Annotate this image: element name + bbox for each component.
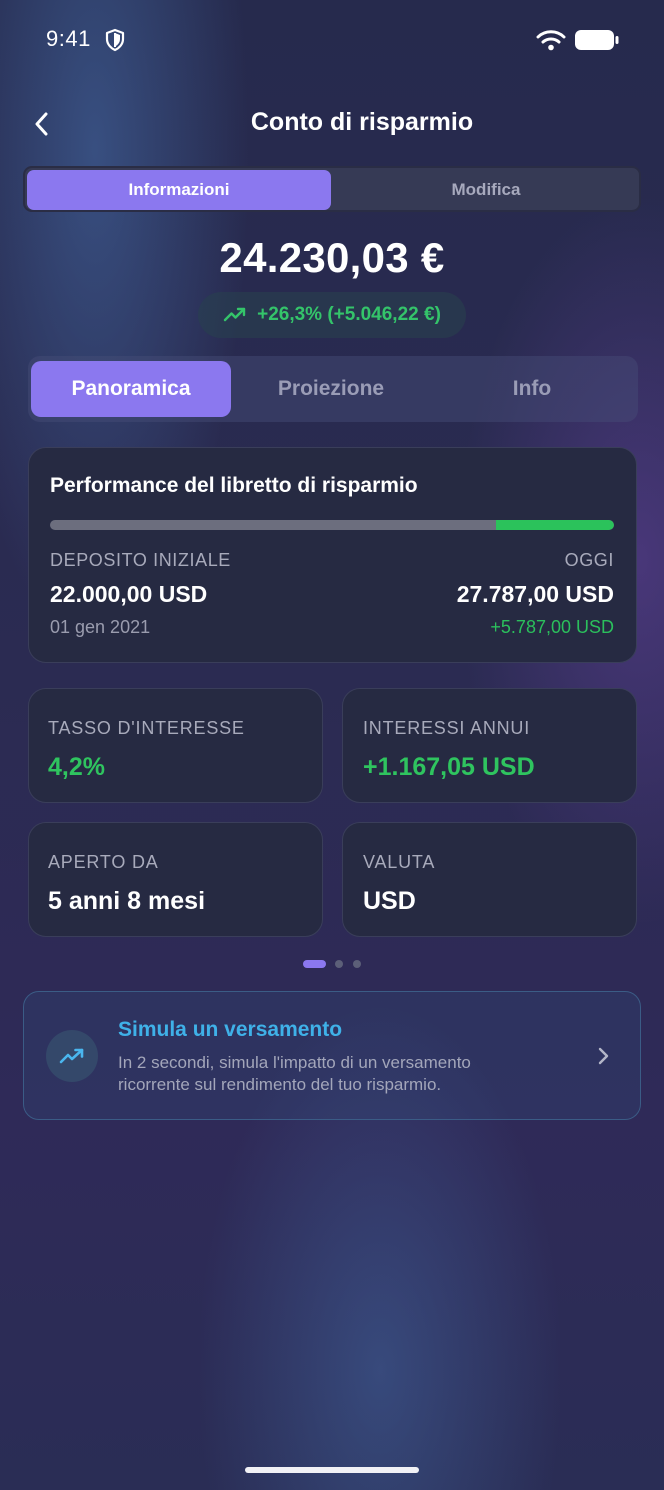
stat-value: USD [363,887,416,915]
stat-label: VALUTA [363,852,436,872]
chevron-right-icon [598,1047,609,1065]
stat-label: INTERESSI ANNUI [363,718,531,738]
segment-modifica[interactable]: Modifica [333,170,639,210]
home-indicator[interactable] [245,1467,419,1473]
segment-informazioni[interactable]: Informazioni [27,170,331,210]
segmented-control: Informazioni Modifica [23,166,641,212]
tab-info[interactable]: Info [432,361,632,417]
pager-dot[interactable] [353,960,361,968]
balance-amount: 24.230,03 € [219,234,445,281]
today-change: +5.787,00 USD [490,617,614,637]
wifi-icon [536,30,566,51]
performance-title: Performance del libretto di risparmio [50,474,418,497]
trending-up-icon [59,1048,84,1064]
performance-progress-bar [50,520,614,530]
stat-value: 4,2% [48,753,105,781]
stat-card-interest-rate: TASSO D'INTERESSE 4,2% [28,688,323,803]
trending-up-icon [223,307,246,322]
today-label: OGGI [564,550,614,570]
initial-deposit-value: 22.000,00 USD [50,581,208,607]
simulate-title: Simula un versamento [118,1018,343,1041]
stat-value: +1.167,05 USD [363,753,535,781]
pager-dot[interactable] [335,960,343,968]
tab-panoramica[interactable]: Panoramica [31,361,231,417]
simulate-description: In 2 secondi, simula l'impatto di un ver… [118,1053,471,1094]
stat-label: TASSO D'INTERESSE [48,718,245,738]
stat-card-annual-interest: INTERESSI ANNUI +1.167,05 USD [342,688,637,803]
initial-deposit-date: 01 gen 2021 [50,617,151,637]
page-title: Conto di risparmio [250,108,474,136]
stat-card-opened-since: APERTO DA 5 anni 8 mesi [28,822,323,937]
performance-progress-gain [495,520,614,530]
tab-proiezione[interactable]: Proiezione [231,361,431,417]
stat-value: 5 anni 8 mesi [48,887,206,915]
today-value: 27.787,00 USD [456,581,614,607]
stat-card-currency: VALUTA USD [342,822,637,937]
shield-icon [105,28,125,52]
pager-dot-active[interactable] [303,960,326,968]
simulate-icon-badge [46,1030,98,1082]
status-time: 9:41 [46,26,91,51]
balance-change-badge: +26,3% (+5.046,22 €) [198,292,466,338]
stat-label: APERTO DA [48,852,159,872]
battery-icon [575,30,619,50]
initial-deposit-label: DEPOSITO INIZIALE [50,550,231,570]
tab-bar: Panoramica Proiezione Info [28,356,638,422]
balance-change-text: +26,3% (+5.046,22 €) [257,304,441,325]
